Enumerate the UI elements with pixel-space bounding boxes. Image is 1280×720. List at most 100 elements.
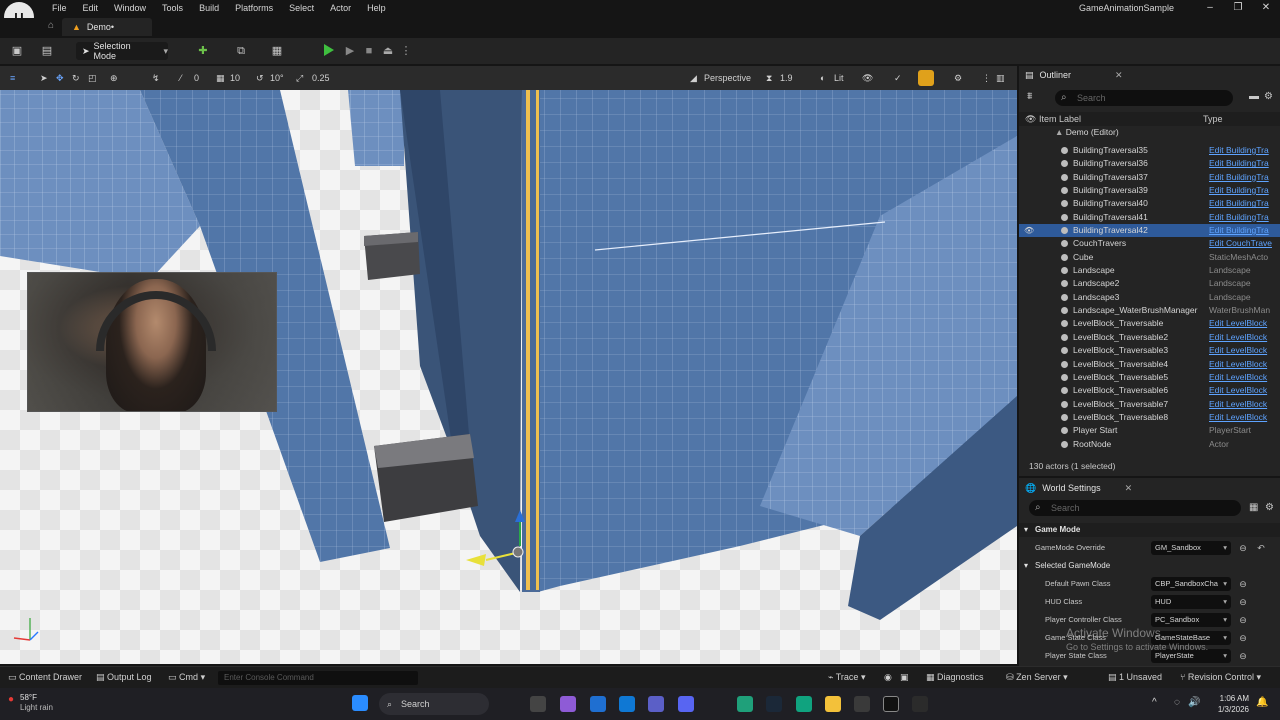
taskbar-clock[interactable]: 1:06 AM 1/3/2026	[1205, 693, 1249, 715]
outliner-row-type[interactable]: Edit BuildingTra	[1209, 197, 1279, 210]
app-icon[interactable]	[912, 696, 928, 712]
network-icon[interactable]: ◌	[1174, 697, 1180, 708]
revision-control-button[interactable]: ⑂ Revision Control ▾	[1180, 672, 1261, 683]
task-view-icon[interactable]	[530, 696, 546, 712]
outliner-row-type[interactable]: Edit LevelBlock	[1209, 317, 1279, 330]
unsaved-button[interactable]: ▤ 1 Unsaved	[1108, 672, 1162, 683]
snap-toggle-active[interactable]	[918, 70, 934, 86]
outliner-row[interactable]: LevelBlock_Traversable2 Edit LevelBlock	[1019, 331, 1280, 344]
diagnostics-button[interactable]: ▦ Diagnostics	[926, 672, 984, 683]
outliner-search-input[interactable]: ⌕ Search	[1055, 90, 1233, 106]
blueprint-icon[interactable]: ⧉	[234, 44, 248, 58]
menu-file[interactable]: File	[44, 2, 75, 14]
lighting-dropdown[interactable]: Lit	[834, 71, 844, 85]
browse-icon[interactable]: ⊖	[1237, 596, 1249, 608]
epic-launcher-icon[interactable]	[854, 696, 870, 712]
output-log-button[interactable]: ▤ Output Log	[96, 672, 152, 683]
outliner-row-type[interactable]: Edit LevelBlock	[1209, 384, 1279, 397]
lighting-icon[interactable]: ◐	[820, 71, 825, 85]
edge-icon[interactable]	[737, 696, 753, 712]
grid-snap-value[interactable]: 10	[230, 71, 240, 85]
cmd-button[interactable]: ▭ Cmd ▾	[168, 672, 205, 683]
level-tab[interactable]: ▲ Demo•	[62, 18, 152, 36]
scale-snap-icon[interactable]: ⤢	[296, 71, 303, 85]
record-icon[interactable]: ◉	[884, 672, 892, 683]
category-selected-game-mode[interactable]: ▾ Selected GameMode	[1019, 559, 1280, 573]
outliner-row[interactable]: LevelBlock_Traversable Edit LevelBlock	[1019, 317, 1280, 330]
menu-select[interactable]: Select	[281, 2, 322, 14]
outliner-row[interactable]: LevelBlock_Traversable4 Edit LevelBlock	[1019, 358, 1280, 371]
grid-value[interactable]: 0	[194, 71, 199, 85]
outliner-root[interactable]: ▲ Demo (Editor)	[1055, 127, 1119, 137]
visibility-icon[interactable]: 👁	[1025, 114, 1036, 125]
content-drawer-button[interactable]: ▭ Content Drawer	[8, 672, 82, 683]
outliner-row-type[interactable]: Edit LevelBlock	[1209, 411, 1279, 424]
outliner-row-type[interactable]: Edit LevelBlock	[1209, 398, 1279, 411]
viewport-menu-icon[interactable]: ≡	[10, 71, 15, 85]
outliner-row[interactable]: BuildingTraversal41 Edit BuildingTra	[1019, 211, 1280, 224]
unreal-editor-icon[interactable]	[883, 696, 899, 712]
surface-snap-icon[interactable]: ↯	[152, 71, 160, 85]
outliner-row-type[interactable]: Edit BuildingTra	[1209, 211, 1279, 224]
eject-icon[interactable]: ⏏	[381, 44, 395, 58]
taskbar-search[interactable]: ⌕ Search	[379, 693, 489, 715]
menu-edit[interactable]: Edit	[75, 2, 107, 14]
outliner-row[interactable]: Landscape Landscape	[1019, 264, 1280, 277]
outliner-row[interactable]: 👁 BuildingTraversal42 Edit BuildingTra	[1019, 224, 1280, 238]
outliner-row[interactable]: Landscape2 Landscape	[1019, 277, 1280, 290]
game-mode-prop-dropdown[interactable]: HUD	[1151, 595, 1231, 609]
add-actor-icon[interactable]: ✚	[196, 44, 210, 58]
browse-icon[interactable]: ⊖	[1237, 542, 1249, 554]
grid-icon[interactable]: ▦	[216, 71, 225, 85]
filter-icon[interactable]: ⩩	[1027, 91, 1032, 102]
scale-tool-icon[interactable]: ◰	[88, 71, 97, 85]
outliner-row[interactable]: LevelBlock_Traversable3 Edit LevelBlock	[1019, 344, 1280, 357]
trace-button[interactable]: ⌁ Trace ▾	[828, 672, 865, 683]
chevron-up-icon[interactable]: ^	[1152, 697, 1157, 708]
selection-mode-button[interactable]: ➤ Selection Mode ▾	[76, 41, 168, 61]
outliner-row[interactable]: LevelBlock_Traversable6 Edit LevelBlock	[1019, 384, 1280, 397]
volume-icon[interactable]: 🔊	[1188, 697, 1200, 708]
steam-icon[interactable]	[766, 696, 782, 712]
camera-speed-value[interactable]: 1.9	[780, 71, 793, 85]
col-type[interactable]: Type	[1203, 114, 1223, 124]
show-flags-icon[interactable]: 👁	[862, 71, 873, 85]
outliner-row-type[interactable]: Edit BuildingTra	[1209, 157, 1279, 170]
game-mode-prop-dropdown[interactable]: PC_Sandbox	[1151, 613, 1231, 627]
outliner-row-type[interactable]: Edit LevelBlock	[1209, 331, 1279, 344]
browse-icon[interactable]: ▤	[40, 44, 54, 58]
menu-actor[interactable]: Actor	[322, 2, 359, 14]
play-icon[interactable]	[324, 44, 334, 56]
rotate-tool-icon[interactable]: ↻	[72, 71, 80, 85]
outliner-row[interactable]: BuildingTraversal40 Edit BuildingTra	[1019, 197, 1280, 210]
settings-icon[interactable]: ⚙	[954, 71, 962, 85]
outliner-row-type[interactable]: Edit LevelBlock	[1209, 358, 1279, 371]
perspective-icon[interactable]: ◢	[690, 71, 697, 85]
browse-icon[interactable]: ⊖	[1237, 614, 1249, 626]
game-mode-prop-dropdown[interactable]: CBP_SandboxCha	[1151, 577, 1231, 591]
outliner-row-type[interactable]: Edit LevelBlock	[1209, 371, 1279, 384]
outliner-row[interactable]: BuildingTraversal37 Edit BuildingTra	[1019, 171, 1280, 184]
rotation-snap-icon[interactable]: ↺	[256, 71, 264, 85]
menu-help[interactable]: Help	[359, 2, 394, 14]
layout-icon[interactable]: ▥	[996, 71, 1005, 85]
maximize-icon[interactable]: ❐	[1224, 0, 1252, 16]
outliner-row[interactable]: BuildingTraversal35 Edit BuildingTra	[1019, 144, 1280, 157]
visibility-icon[interactable]: 👁	[1024, 224, 1034, 237]
outliner-row-type[interactable]: Edit BuildingTra	[1209, 171, 1279, 184]
windows-start-icon[interactable]	[352, 695, 368, 711]
cinematics-icon[interactable]: ▦	[270, 44, 284, 58]
realtime-icon[interactable]: ✓	[894, 71, 902, 85]
outliner-row[interactable]: Cube StaticMeshActo	[1019, 251, 1280, 264]
table-view-icon[interactable]: ▦	[1249, 502, 1258, 513]
outliner-row-type[interactable]: Edit BuildingTra	[1209, 184, 1279, 197]
grid-snap-icon[interactable]: ⁄	[180, 71, 182, 85]
settings-icon[interactable]: ⚙	[1264, 91, 1273, 102]
game-mode-override-dropdown[interactable]: GM_Sandbox	[1151, 541, 1231, 555]
settings-icon[interactable]: ⚙	[1265, 502, 1274, 513]
outliner-row-type[interactable]: Edit BuildingTra	[1209, 144, 1279, 157]
menu-tools[interactable]: Tools	[154, 2, 191, 14]
browse-icon[interactable]: ⊖	[1237, 632, 1249, 644]
file-explorer-icon[interactable]	[825, 696, 841, 712]
zen-server-button[interactable]: ⛁ Zen Server ▾	[1006, 672, 1068, 683]
